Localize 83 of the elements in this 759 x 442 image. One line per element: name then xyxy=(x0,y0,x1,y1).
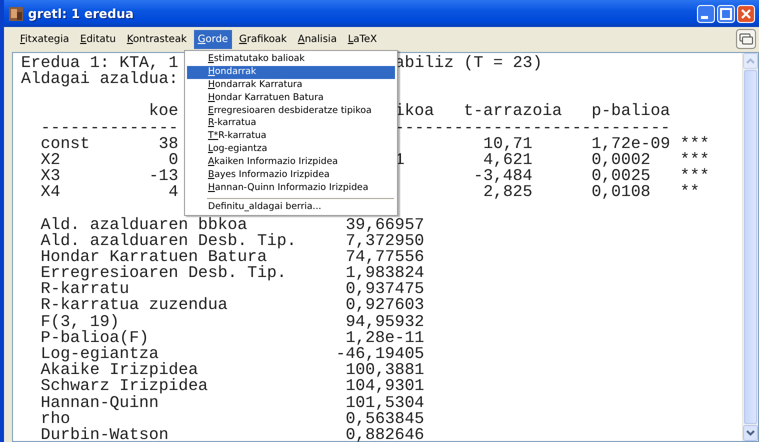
menu-item[interactable]: Kontrasteak xyxy=(122,30,191,48)
menu-option[interactable]: Hannan-Quinn Informazio Irizpidea xyxy=(187,182,395,195)
menu-item[interactable]: LaTeX xyxy=(344,30,381,48)
minimize-button[interactable] xyxy=(697,4,715,22)
statistic-label: F(3, 19) xyxy=(40,314,120,330)
statistic-label: Erregresioaren Desb. Tip. xyxy=(40,265,288,282)
statistic-label: Akaike Irizpidea xyxy=(40,362,198,378)
menu-option[interactable]: Hondarrak Karratura xyxy=(187,78,395,92)
statistic-label: Durbin-Watson xyxy=(40,426,170,442)
coefficient-value: -13 xyxy=(148,168,178,184)
close-button[interactable] xyxy=(737,4,755,22)
menu-option[interactable]: Estimatutako balioak xyxy=(187,53,395,66)
menu-item[interactable]: Editatu xyxy=(76,30,120,48)
t-ratio-value: 2,825 xyxy=(483,184,532,201)
statistic-value: -46,19405 xyxy=(334,346,424,362)
statistic-label: Hondar Karratuen Batura xyxy=(40,248,267,266)
coefficient-value: 4 xyxy=(168,184,178,201)
coefficient-value: 0 xyxy=(168,152,178,168)
statistic-label: Ald. azalduaren bbkoa xyxy=(40,216,248,233)
statistic-label: Hannan-Quinn xyxy=(40,394,159,411)
significance-stars: *** xyxy=(680,168,710,184)
menu-item[interactable]: Grafikoak xyxy=(235,30,291,48)
statistic-value: 39,66957 xyxy=(344,216,424,233)
statistic-value: 0,882646 xyxy=(344,426,424,442)
significance-stars: ** xyxy=(680,184,701,201)
maximize-button[interactable] xyxy=(717,4,735,22)
menu-option[interactable]: Hondarrak xyxy=(187,66,395,79)
p-value: 1,72e-09 xyxy=(591,136,672,152)
menu-option[interactable]: R-karratua xyxy=(187,117,395,130)
output-line: Eredua 1: KTA, 1 xyxy=(21,55,178,72)
p-value: 0,0108 xyxy=(591,184,652,201)
p-value: 0,0002 xyxy=(591,152,650,168)
menu-option[interactable]: Akaiken Informazio Irizpidea xyxy=(187,156,395,170)
menu-option[interactable]: Erregresioaren desbideratze tipikoa xyxy=(187,104,395,118)
output-line: Aldagai azaldua: xyxy=(21,71,178,88)
statistic-label: R-karratua zuzendua xyxy=(40,297,229,314)
menu-option[interactable]: Log-egiantza xyxy=(187,143,395,156)
variable-name: X2 xyxy=(40,152,62,168)
statistic-label: R-karratu xyxy=(40,281,130,298)
t-ratio-value: -3,484 xyxy=(472,168,532,184)
statistic-value: 100,3881 xyxy=(346,362,424,378)
statistic-value: 0,937475 xyxy=(344,281,424,298)
statistic-label: Log-egiantza xyxy=(40,346,159,362)
dashed-rule: ---------------------------- xyxy=(394,120,672,136)
statistic-value: 74,77556 xyxy=(344,248,424,266)
statistic-value: 101,5304 xyxy=(344,394,424,411)
window-title: gretl: 1 eredua xyxy=(28,6,135,21)
statistic-value: 104,9301 xyxy=(344,378,424,395)
coefficient-value: 38 xyxy=(158,136,178,152)
scrollbar-thumb[interactable] xyxy=(744,70,757,424)
menu-option[interactable]: T*R-karratua xyxy=(187,130,395,144)
statistic-value: 7,372950 xyxy=(344,232,424,249)
statistic-label: Ald. azalduaren Desb. Tip. xyxy=(40,232,298,249)
column-header: koe xyxy=(148,103,178,120)
statistic-value: 0,563845 xyxy=(344,410,424,427)
menu-option[interactable]: Definitu_aldagai berria... xyxy=(187,200,395,214)
variable-name: X3 xyxy=(40,168,62,184)
menu-option[interactable]: Hondar Karratuen Batura xyxy=(187,92,395,105)
variable-name: const xyxy=(40,136,91,152)
column-header: p-balioa xyxy=(591,103,672,120)
restore-window-icon[interactable] xyxy=(736,29,756,49)
statistic-label: P-balioa(F) xyxy=(40,330,149,346)
scroll-down-button[interactable] xyxy=(743,425,758,441)
statistic-value: 1,983824 xyxy=(344,265,424,282)
menu-item[interactable]: Fitxategia xyxy=(16,30,74,48)
statistic-value: 94,95932 xyxy=(344,314,424,330)
t-ratio-value: 4,621 xyxy=(482,152,532,168)
menu-option[interactable]: Bayes Informazio Irizpidea xyxy=(187,169,395,182)
p-value: 0,0025 xyxy=(591,168,652,184)
dashed-rule: -------------- xyxy=(40,120,178,136)
statistic-label: rho xyxy=(40,410,70,427)
statistic-value: 1,28e-11 xyxy=(344,330,424,346)
column-header: t-arrazoia xyxy=(464,103,562,120)
statistic-label: Schwarz Irizpidea xyxy=(40,378,209,395)
app-icon xyxy=(9,6,23,20)
statistic-value: 0,927603 xyxy=(344,297,424,314)
significance-stars: *** xyxy=(680,152,710,168)
column-header: ikoa xyxy=(394,103,436,120)
menu-item[interactable]: Analisia xyxy=(294,30,341,48)
menu-item[interactable]: Gorde xyxy=(194,30,232,48)
t-ratio-value: 10,71 xyxy=(482,136,532,152)
significance-stars: *** xyxy=(680,136,710,152)
variable-name: X4 xyxy=(40,184,62,201)
